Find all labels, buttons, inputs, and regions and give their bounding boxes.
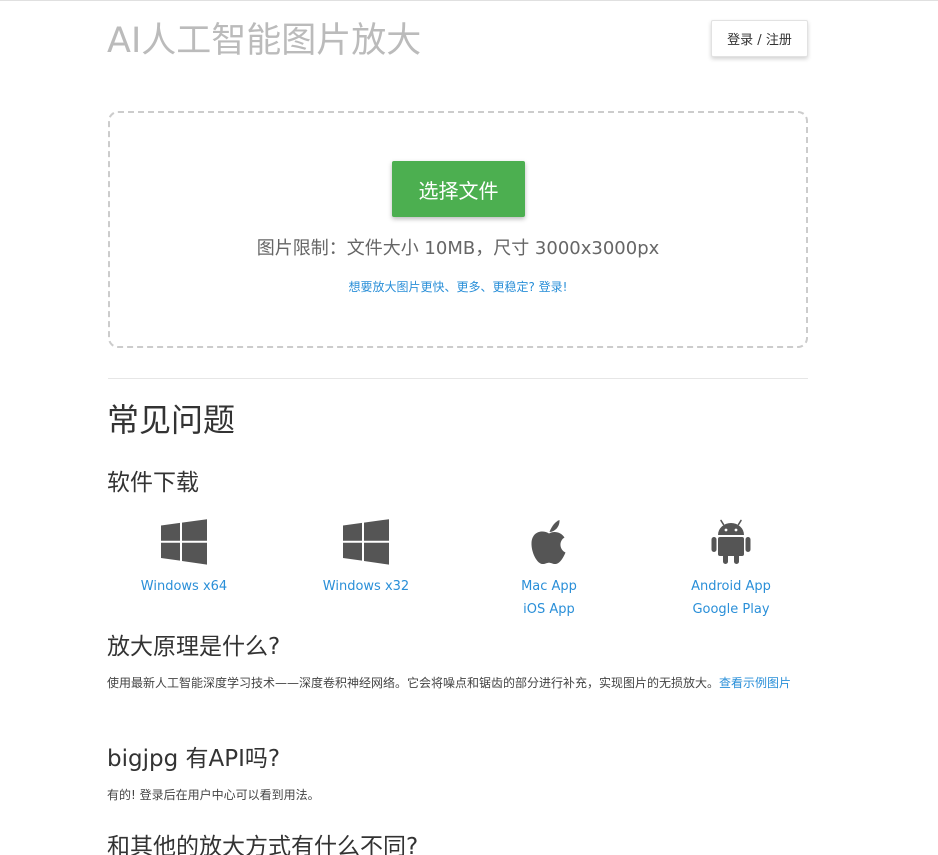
difference-heading: 和其他的放大方式有什么不同?	[107, 834, 419, 855]
login-promo-link-wrapper: 想要放大图片更快、更多、更稳定? 登录!	[110, 278, 806, 295]
download-heading: 软件下载	[107, 470, 199, 496]
apple-icon[interactable]	[525, 518, 573, 566]
windows-icon[interactable]	[160, 518, 208, 566]
windows-icon[interactable]	[342, 518, 390, 566]
ios-app-link[interactable]: iOS App	[469, 600, 629, 620]
upload-limit-text: 图片限制：文件大小 10MB，尺寸 3000x3000px	[256, 238, 660, 259]
api-heading: bigjpg 有API吗?	[107, 746, 281, 772]
download-apple: Mac App iOS App	[469, 518, 629, 620]
choose-file-button[interactable]: 选择文件	[392, 161, 525, 217]
upload-dropzone[interactable]: 选择文件 图片限制：文件大小 10MB，尺寸 3000x3000px 想要放大图…	[108, 111, 808, 348]
android-app-link[interactable]: Android App	[651, 577, 811, 597]
api-text: 有的! 登录后在用户中心可以看到用法。	[107, 788, 320, 802]
principle-heading: 放大原理是什么?	[107, 634, 281, 660]
section-divider	[108, 378, 808, 379]
windows-x64-link[interactable]: Windows x64	[104, 577, 264, 597]
top-border	[0, 0, 938, 1]
faq-title: 常见问题	[107, 401, 236, 439]
login-promo-link[interactable]: 想要放大图片更快、更多、更稳定? 登录!	[349, 280, 568, 294]
view-examples-link[interactable]: 查看示例图片	[719, 676, 791, 690]
download-windows-x32: Windows x32	[286, 518, 446, 597]
android-icon[interactable]	[707, 518, 755, 566]
windows-x32-link[interactable]: Windows x32	[286, 577, 446, 597]
download-android: Android App Google Play	[651, 518, 811, 620]
mac-app-link[interactable]: Mac App	[469, 577, 629, 597]
download-windows-x64: Windows x64	[104, 518, 264, 597]
site-title: AI人工智能图片放大	[107, 21, 422, 61]
principle-text: 使用最新人工智能深度学习技术——深度卷积神经网络。它会将噪点和锯齿的部分进行补充…	[107, 672, 809, 695]
login-register-button[interactable]: 登录 / 注册	[711, 20, 808, 57]
google-play-link[interactable]: Google Play	[651, 600, 811, 620]
principle-body: 使用最新人工智能深度学习技术——深度卷积神经网络。它会将噪点和锯齿的部分进行补充…	[107, 676, 720, 690]
